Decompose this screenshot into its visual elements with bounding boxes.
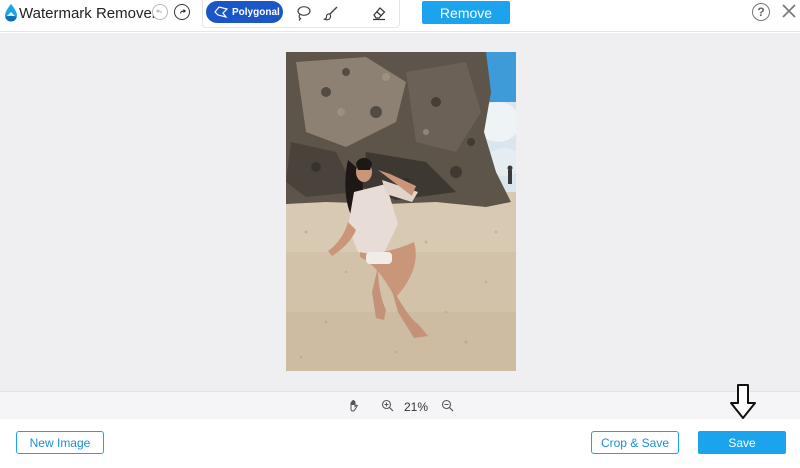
help-icon[interactable]: ? [752, 3, 770, 21]
zoom-bar: 21% [0, 391, 800, 419]
brush-icon[interactable] [322, 4, 340, 22]
close-icon[interactable] [781, 3, 797, 19]
zoom-out-icon[interactable] [441, 399, 454, 412]
app-logo-icon [3, 3, 19, 23]
new-image-button[interactable]: New Image [16, 431, 104, 454]
app-title: Watermark Remover [19, 5, 157, 22]
uploaded-photo[interactable] [286, 52, 516, 371]
crop-and-save-button[interactable]: Crop & Save [591, 431, 679, 454]
bottom-bar: New Image Crop & Save Save [0, 419, 800, 468]
zoom-level: 21% [404, 400, 429, 414]
image-canvas[interactable] [0, 33, 800, 391]
remove-button[interactable]: Remove [422, 1, 510, 24]
top-bar: Watermark Remover Polygonal Remove ? [0, 0, 800, 32]
polygonal-tool-button[interactable]: Polygonal [206, 1, 283, 23]
save-button[interactable]: Save [698, 431, 786, 454]
undo-icon[interactable] [152, 4, 168, 20]
eraser-icon[interactable] [370, 4, 388, 22]
lasso-icon[interactable] [294, 4, 312, 22]
polygonal-label: Polygonal [232, 6, 280, 18]
down-arrow-icon [729, 383, 757, 421]
beach-photo-image [286, 52, 516, 371]
redo-icon[interactable] [174, 4, 190, 20]
zoom-in-icon[interactable] [381, 399, 394, 412]
hand-icon[interactable] [348, 399, 361, 412]
polygon-icon [214, 6, 228, 18]
